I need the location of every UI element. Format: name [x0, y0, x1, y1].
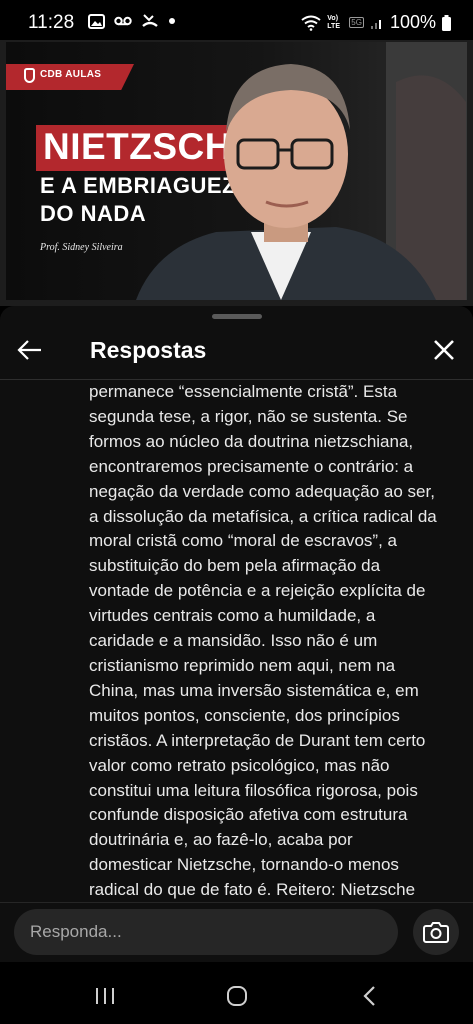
reply-body-line: permanece “essencialmente cristã”. Esta [89, 382, 398, 401]
missed-call-icon [142, 14, 158, 27]
brand-logo-icon [24, 68, 35, 83]
reply-body-line: encontraremos precisamente o contrário: … [89, 456, 414, 476]
brand-name: CDB AULAS [40, 69, 102, 80]
back-arrow-icon[interactable] [14, 334, 46, 366]
reply-body-line: negação da verdade como adequação ao ser… [89, 481, 435, 501]
reply-body-line: radical do que de fato é. Reitero: Nietz… [89, 880, 416, 900]
close-icon[interactable] [430, 336, 458, 364]
nav-back-icon[interactable] [362, 984, 378, 1008]
gallery-icon [88, 13, 105, 29]
status-right: Vo) LTE 5G 100% [301, 12, 451, 33]
reply-body-text[interactable]: permanece “essencialmente cristã”. Esta … [89, 380, 449, 902]
reply-body-line: doutrinária e, ao fazê-lo, acaba por [89, 830, 353, 850]
reply-input[interactable] [14, 909, 398, 955]
network-type: 5G [349, 17, 364, 28]
battery-percent: 100% [389, 12, 436, 32]
video-thumbnail: CDB AULAS NIETZSCHE E A EMBRIAGUEZ DO NA… [6, 42, 467, 300]
reply-body-line: virtudes centrais como a humildade, a [89, 606, 376, 626]
voicemail-icon [114, 16, 132, 26]
recent-apps-icon[interactable] [94, 986, 116, 1006]
reply-body-line: cristãos. A interpretação de Durant tem … [89, 730, 426, 750]
reply-body-line: a dissolução da metafísica, a crítica ra… [89, 506, 437, 526]
system-nav-bar [0, 962, 473, 1024]
drag-handle[interactable] [212, 314, 262, 319]
wifi-icon [301, 15, 321, 31]
reply-body-line: cristianismo reprimido nem aqui, nem na [89, 655, 396, 675]
reply-body-line: vontade de potência e a rejeição explíci… [89, 581, 426, 601]
battery-icon [442, 14, 451, 31]
camera-icon [423, 922, 449, 943]
camera-button[interactable] [413, 909, 459, 955]
reply-body-line: moral cristã como “moral de escravos”, a [89, 531, 397, 551]
reply-body-line: caridade e a mansidão. Isso não é um [89, 631, 378, 651]
volte-label: Vo) LTE [327, 14, 340, 30]
presenter-credit: Prof. Sidney Silveira [40, 242, 123, 253]
reply-body-line: segunda tese, a rigor, não se sustenta. … [89, 406, 408, 426]
reply-body-line: formos ao núcleo da doutrina nietzschian… [89, 431, 414, 451]
reply-body-line: substituição do bem pela afirmação da [89, 556, 381, 576]
home-icon[interactable] [226, 985, 248, 1007]
notification-icons [88, 13, 176, 29]
video-player[interactable]: CDB AULAS NIETZSCHE E A EMBRIAGUEZ DO NA… [0, 40, 473, 306]
reply-body-line: muitos pontos, consciente, dos princípio… [89, 705, 400, 725]
reply-body-line: China, mas uma inversão sistemática e, e… [89, 680, 419, 700]
signal-icon [370, 19, 381, 29]
reply-body-line: domesticar Nietzsche, tornando-o menos [89, 855, 399, 875]
reply-body-line: constitui uma leitura filosófica rigoros… [89, 780, 418, 800]
presenter-image [136, 42, 467, 300]
sheet-header: Respostas [0, 322, 473, 378]
sheet-title: Respostas [90, 337, 207, 363]
reply-body-line: confunde disposição afetiva com estrutur… [89, 805, 408, 825]
reply-body-line: valor como retrato psicológico, mas não [89, 755, 390, 775]
status-time: 11:28 [28, 12, 75, 33]
status-bar: 11:28 Vo) LTE 5G 100% [0, 0, 473, 44]
dot-icon [169, 18, 175, 24]
